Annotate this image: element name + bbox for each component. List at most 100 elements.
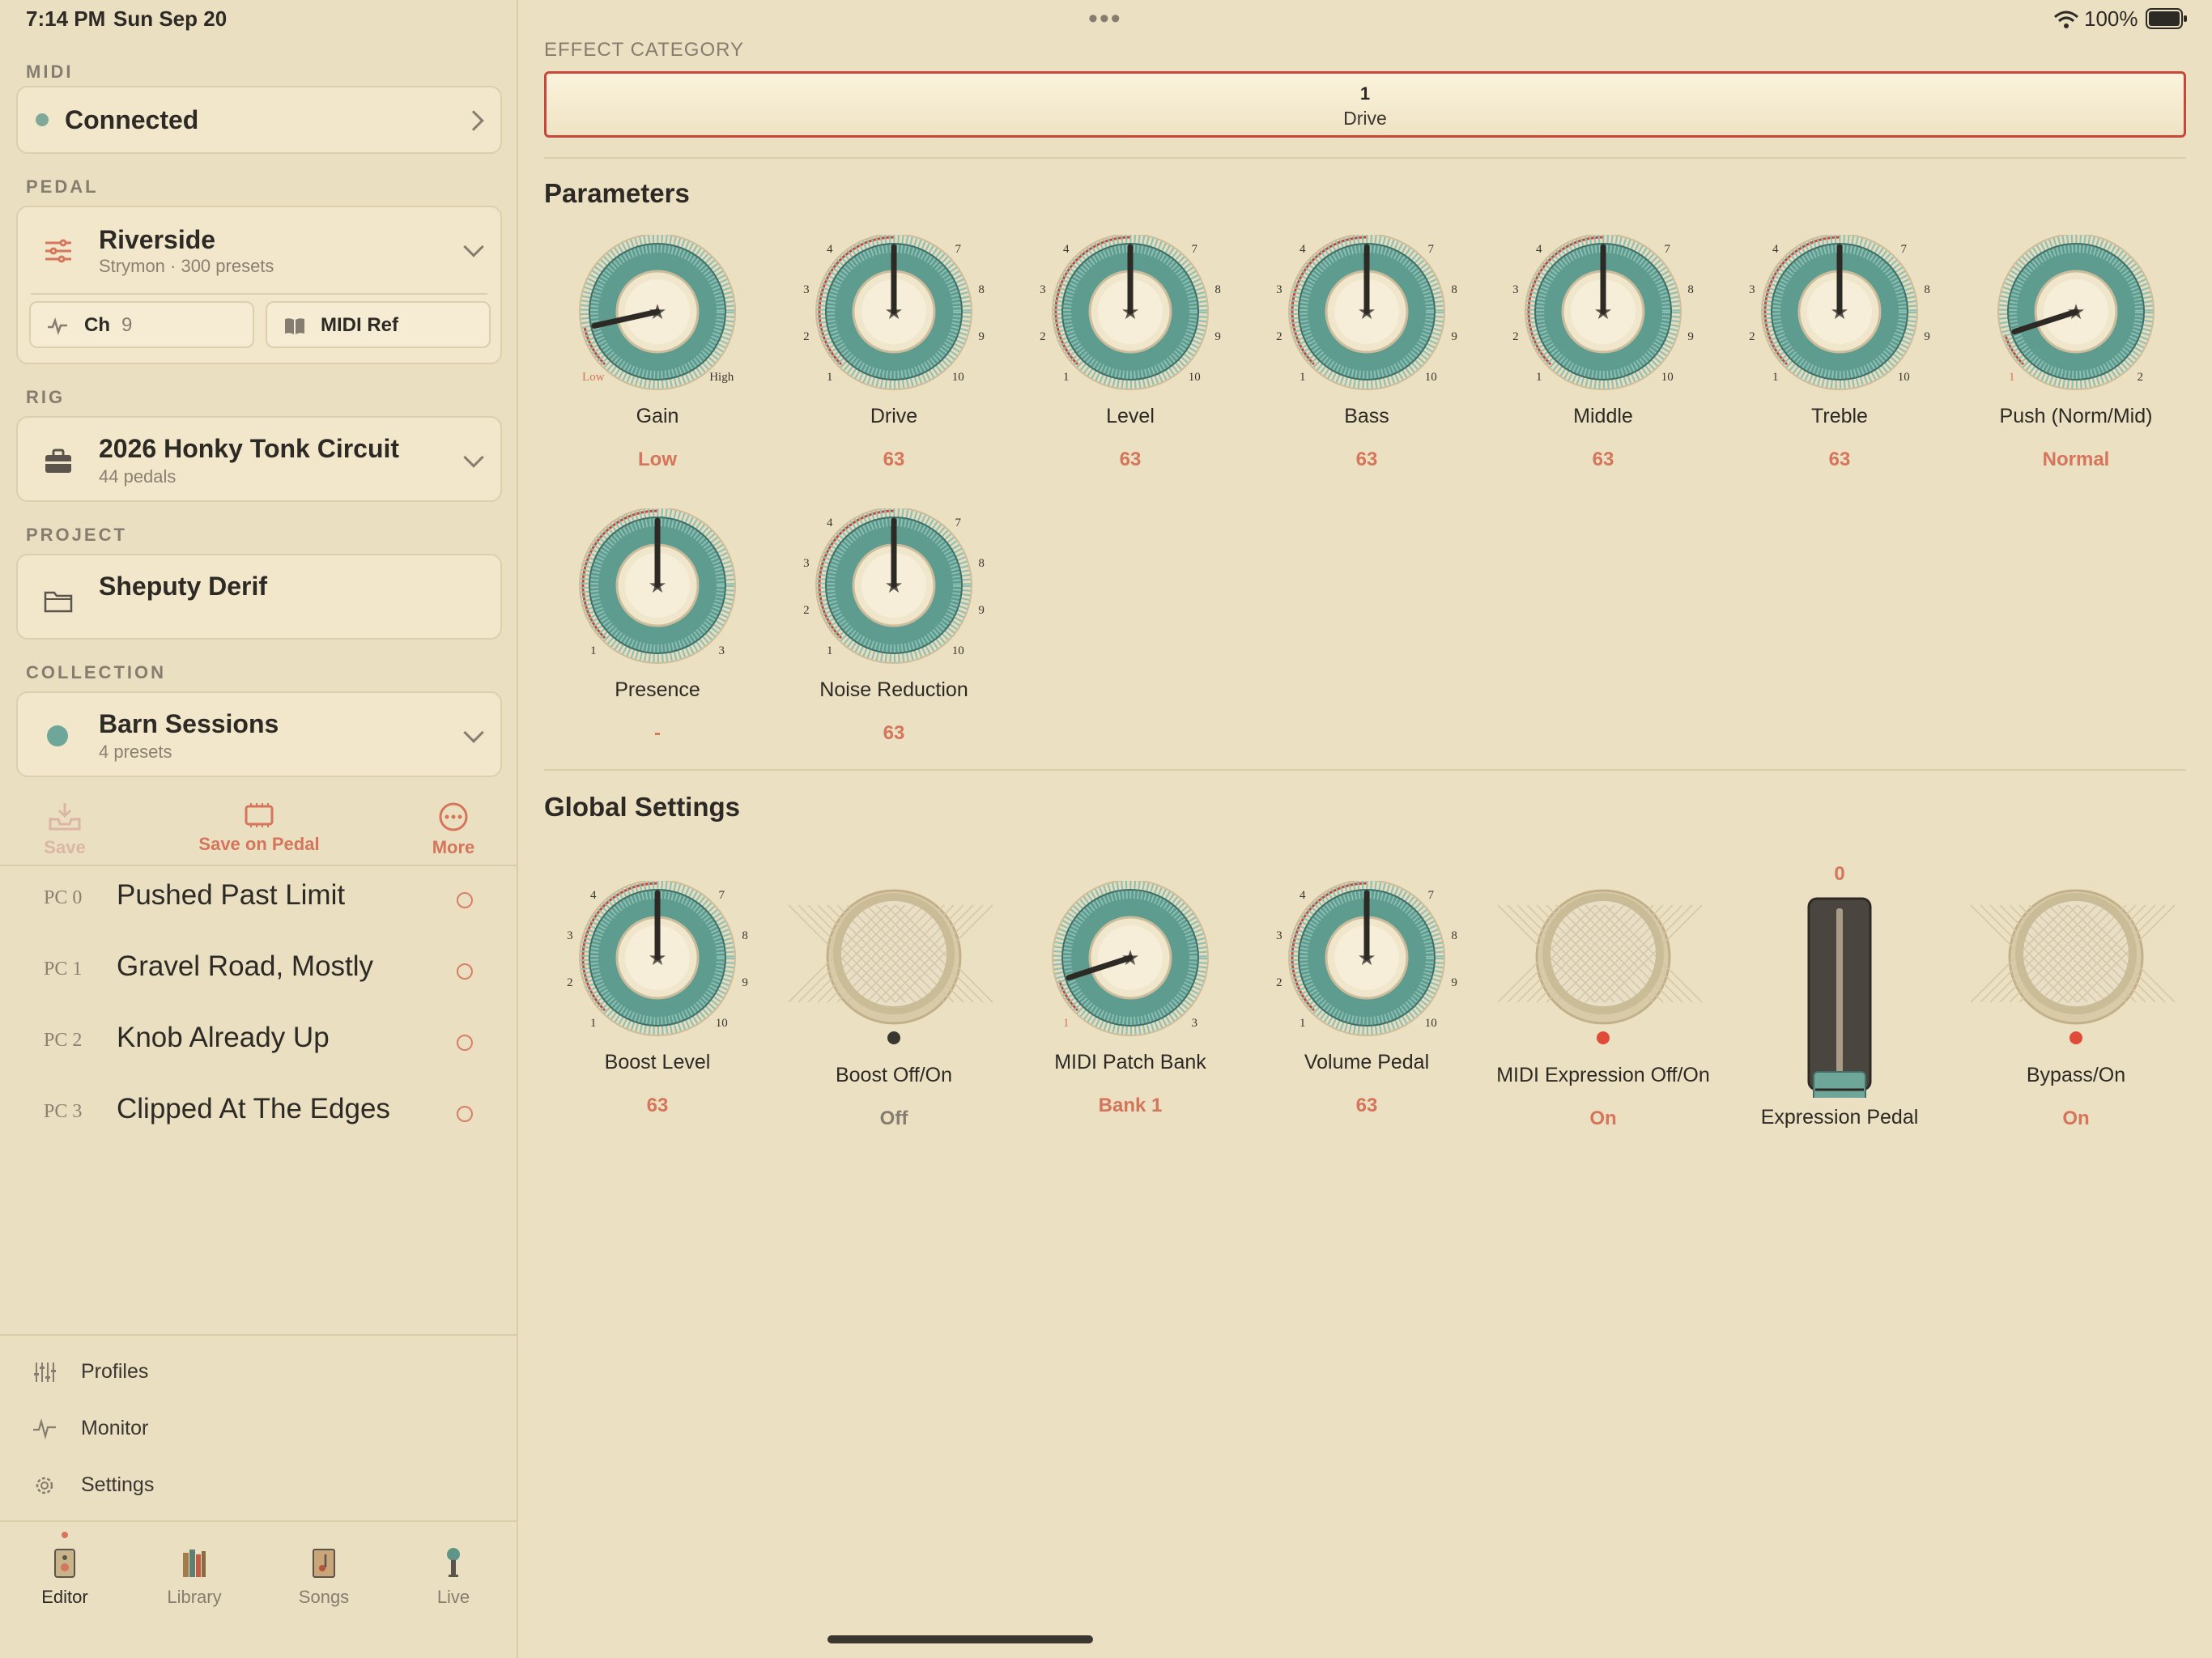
knob-label: Volume Pedal xyxy=(1304,1051,1430,1073)
nav-profiles[interactable]: Profiles xyxy=(0,1349,518,1397)
preset-select-radio[interactable] xyxy=(457,963,473,980)
save-on-pedal-button[interactable]: Save on Pedal xyxy=(178,801,340,855)
preset-row[interactable]: PC 0 Pushed Past Limit xyxy=(0,866,518,937)
knob-value: 63 xyxy=(1355,449,1378,470)
knob-scale-label: 4 xyxy=(1300,243,1306,256)
multitask-menu-icon[interactable]: ••• xyxy=(1088,3,1122,35)
knob-dial[interactable]: ★12345678910 xyxy=(781,508,1007,670)
preset-name: Gravel Road, Mostly xyxy=(117,950,374,982)
footswitch-button[interactable] xyxy=(1963,881,2189,1059)
effect-category-selector[interactable]: 1 Drive xyxy=(544,71,2186,138)
knob-dial[interactable]: ★12345678910 xyxy=(1253,235,1480,397)
knob-dial[interactable]: ★12345678910 xyxy=(1490,235,1716,397)
sliders-icon xyxy=(45,239,71,263)
collection-card[interactable]: Barn Sessions 4 presets xyxy=(16,691,502,777)
knob-scale-label: 2 xyxy=(1276,330,1283,343)
preset-pc: PC 1 xyxy=(44,959,83,980)
knob-control[interactable]: ★12345678910Drive63 xyxy=(781,235,1007,470)
knob-scale-label: 7 xyxy=(1900,243,1907,256)
knob-scale-label: 1 xyxy=(590,644,597,657)
nav-monitor[interactable]: Monitor xyxy=(0,1405,518,1454)
knob-scale-label: 8 xyxy=(1451,929,1457,942)
note-icon xyxy=(313,1549,335,1578)
parameters-heading: Parameters xyxy=(544,178,690,208)
nav-label: Profiles xyxy=(81,1360,149,1383)
channel-button[interactable]: Ch 9 xyxy=(29,301,254,348)
knob-value: 63 xyxy=(1592,449,1614,470)
preset-select-radio[interactable] xyxy=(457,1106,473,1122)
knob-control[interactable]: ★12345678910Bass63 xyxy=(1253,235,1480,470)
knob-dial[interactable]: ★123 xyxy=(1017,881,1244,1043)
chevron-down-icon xyxy=(463,722,484,743)
knob-scale-label: 9 xyxy=(1214,330,1221,343)
knob-control[interactable]: ★12Push (Norm/Mid)Normal xyxy=(1963,235,2189,470)
preset-select-radio[interactable] xyxy=(457,1035,473,1051)
knob-dial[interactable]: ★12345678910 xyxy=(1017,235,1244,397)
footswitch-button[interactable] xyxy=(1490,881,1716,1059)
tab-label: Library xyxy=(167,1587,222,1607)
preset-select-radio[interactable] xyxy=(457,892,473,908)
knob-scale-label: 1 xyxy=(1772,371,1779,384)
channel-value: 9 xyxy=(121,314,133,336)
knob-dial[interactable]: ★123 xyxy=(544,508,771,670)
knob-control[interactable]: ★12345678910Noise Reduction63 xyxy=(781,508,1007,744)
knob-dial[interactable]: ★12345678910 xyxy=(544,881,771,1043)
knob-scale-label: 10 xyxy=(952,371,964,384)
knob-scale-label: 4 xyxy=(590,889,597,902)
battery-icon xyxy=(2146,8,2187,29)
knob-label: Presence xyxy=(615,678,700,701)
preset-pc: PC 0 xyxy=(44,887,83,908)
tab-label: Songs xyxy=(298,1587,350,1607)
knob-scale-label: 3 xyxy=(718,644,725,657)
footswitch-button[interactable] xyxy=(781,881,1007,1059)
knob-scale-label: 2 xyxy=(1276,976,1283,989)
knob-value: 63 xyxy=(883,722,905,744)
divider xyxy=(31,293,487,295)
save-button[interactable]: Save xyxy=(16,801,113,858)
global-settings-heading: Global Settings xyxy=(544,792,741,822)
more-button[interactable]: More xyxy=(405,801,502,858)
knob-control[interactable]: ★12345678910Boost Level63 xyxy=(544,881,771,1116)
midi-connection-card[interactable]: Connected xyxy=(16,86,502,154)
knob-control[interactable]: ★12345678910Treble63 xyxy=(1726,235,1953,470)
midi-ref-button[interactable]: MIDI Ref xyxy=(266,301,491,348)
pedal-card[interactable]: Riverside Strymon · 300 presets Ch 9 MID… xyxy=(16,206,502,364)
knob-control[interactable]: ★12345678910Volume Pedal63 xyxy=(1253,881,1480,1116)
fader-label: Expression Pedal xyxy=(1760,1106,1919,1129)
knob-scale-label: 2 xyxy=(1512,330,1519,343)
knob-dial[interactable]: ★12345678910 xyxy=(781,235,1007,397)
preset-row[interactable]: PC 3 Clipped At The Edges xyxy=(0,1080,518,1151)
knob-control[interactable]: ★12345678910Level63 xyxy=(1017,235,1244,470)
rig-card[interactable]: 2026 Honky Tonk Circuit 44 pedals xyxy=(16,416,502,502)
preset-row[interactable]: PC 2 Knob Already Up xyxy=(0,1009,518,1080)
knob-scale-label: 10 xyxy=(1189,371,1201,384)
knob-scale-label: 1 xyxy=(1063,371,1070,384)
tab-label: Live xyxy=(436,1587,470,1607)
knob-control[interactable]: ★123 MIDI Patch Bank Bank 1 xyxy=(1017,881,1244,1116)
knob-value: 63 xyxy=(1828,449,1851,470)
knob-dial[interactable]: ★12 xyxy=(1963,235,2189,397)
knob-control[interactable]: ★123 Presence - xyxy=(544,508,771,744)
knob-scale-label: 9 xyxy=(1451,330,1457,343)
knob-dial[interactable]: ★12345678910 xyxy=(1253,881,1480,1043)
knob-scale-label: 4 xyxy=(827,243,833,256)
knob-dial[interactable]: ★LowHigh xyxy=(544,235,771,397)
knob-control[interactable]: ★LowHighGainLow xyxy=(544,235,771,470)
project-card[interactable]: Sheputy Derif xyxy=(16,554,502,640)
knob-dial[interactable]: ★12345678910 xyxy=(1726,235,1953,397)
knob-control[interactable]: ★12345678910Middle63 xyxy=(1490,235,1716,470)
collection-color-dot-icon xyxy=(47,725,68,746)
wifi-icon xyxy=(2054,11,2078,28)
fader-cap[interactable] xyxy=(1813,1071,1866,1098)
knob-scale-label: 9 xyxy=(742,976,748,989)
knob-scale-label: High xyxy=(709,371,734,384)
knob-scale-label: 8 xyxy=(1924,283,1930,296)
knob-value: Normal xyxy=(2042,449,2110,470)
knob-scale-label: 1 xyxy=(1063,1017,1070,1030)
nav-settings[interactable]: Settings xyxy=(0,1462,518,1511)
preset-row[interactable]: PC 1 Gravel Road, Mostly xyxy=(0,937,518,1009)
rig-section-label: RIG xyxy=(26,387,66,407)
fader-slider[interactable] xyxy=(1726,895,1953,1098)
midi-ref-label: MIDI Ref xyxy=(321,314,398,336)
knob-scale-label: 3 xyxy=(1276,283,1283,296)
